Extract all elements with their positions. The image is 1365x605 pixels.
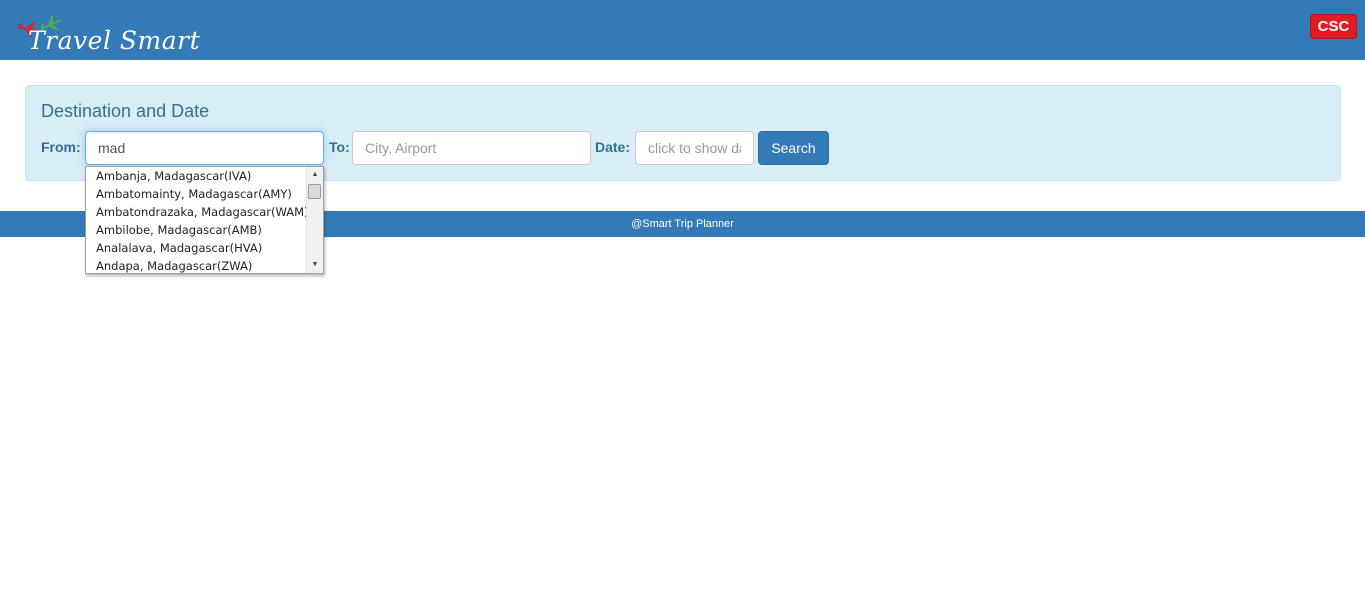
from-input[interactable] <box>85 131 324 165</box>
scroll-up-arrow-icon[interactable]: ▲ <box>307 167 323 183</box>
to-label: To: <box>329 139 350 155</box>
autocomplete-item[interactable]: Ambatomainty, Madagascar(AMY) <box>86 185 307 203</box>
scroll-down-arrow-icon[interactable]: ▼ <box>307 257 323 273</box>
dropdown-scrollbar[interactable]: ▲ ▼ <box>306 167 323 273</box>
autocomplete-item[interactable]: Andapa, Madagascar(ZWA) <box>86 257 307 273</box>
autocomplete-item[interactable]: Ambanja, Madagascar(IVA) <box>86 167 307 185</box>
panel-title: Destination and Date <box>41 101 210 121</box>
autocomplete-item[interactable]: Ambilobe, Madagascar(AMB) <box>86 221 307 239</box>
search-button[interactable]: Search <box>758 131 829 165</box>
travel-smart-logo[interactable]: Travel Smart <box>14 14 200 58</box>
footer-text: @Smart Trip Planner <box>631 218 734 230</box>
logo-text: Travel Smart <box>28 26 201 55</box>
date-input[interactable] <box>635 131 754 165</box>
autocomplete-item[interactable]: Analalava, Madagascar(HVA) <box>86 239 307 257</box>
csc-logo: CSC <box>1310 14 1357 39</box>
date-label: Date: <box>595 139 631 155</box>
top-navbar: Travel Smart CSC <box>0 0 1365 60</box>
from-autocomplete-dropdown[interactable]: Ambanja, Madagascar(IVA) Ambatomainty, M… <box>85 166 324 274</box>
autocomplete-list: Ambanja, Madagascar(IVA) Ambatomainty, M… <box>86 167 308 273</box>
autocomplete-item[interactable]: Ambatondrazaka, Madagascar(WAM) <box>86 203 308 221</box>
to-input[interactable] <box>352 131 591 165</box>
scroll-thumb[interactable] <box>308 184 321 199</box>
from-label: From: <box>41 139 81 155</box>
